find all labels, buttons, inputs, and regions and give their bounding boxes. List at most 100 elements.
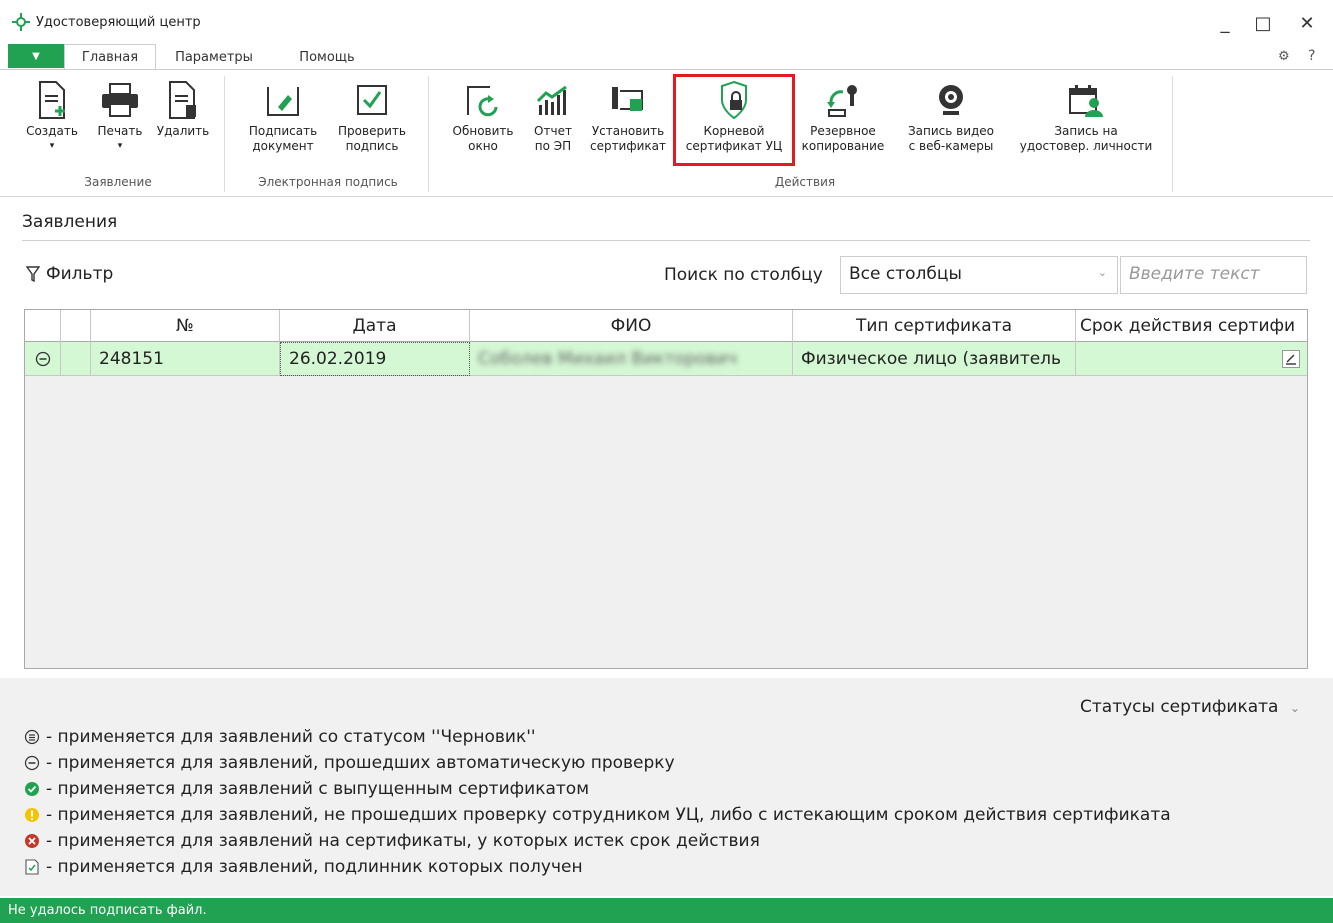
create-label: Создать [26, 124, 78, 138]
group-separator [1172, 76, 1173, 192]
column-header-cert-type[interactable]: Тип сертификата [793, 310, 1076, 342]
app-menu-button[interactable]: ▼ [8, 44, 64, 68]
printer-icon [102, 83, 138, 117]
page-title: Заявления [22, 212, 118, 232]
table-row[interactable]: 248151 26.02.2019 Соболев Михаил Викторо… [25, 342, 1307, 376]
maximize-button[interactable]: □ [1250, 10, 1276, 36]
search-column-label: Поиск по столбцу [664, 265, 823, 285]
verify-signature-button[interactable]: Проверить подпись [330, 76, 414, 154]
original-received-icon [25, 859, 39, 875]
delete-document-icon [169, 81, 196, 119]
legend-item-issued: - применяется для заявлений с выпущенным… [24, 779, 589, 799]
install-certificate-icon [612, 87, 643, 111]
webcam-label-line2: с веб-камеры [908, 139, 994, 153]
options-gear-icon[interactable]: ⚙ [1278, 49, 1290, 64]
id-record-label-line2: удостовер. личности [1019, 139, 1153, 153]
sign-label-line2: документ [252, 139, 314, 153]
filter-icon [26, 266, 40, 282]
webcam-record-button[interactable]: Запись видео с веб-камеры [898, 76, 1004, 154]
tab-parameters[interactable]: Параметры [164, 44, 264, 70]
refresh-label-line1: Обновить [452, 124, 514, 138]
install-certificate-button[interactable]: Установить сертификат [584, 76, 672, 154]
row-fio-cell: Соболев Михаил Викторович [470, 342, 793, 376]
column-select-value: Все столбцы [849, 264, 962, 284]
legend-text: - применяется для заявлений с выпущенным… [46, 779, 590, 799]
group-label-actions: Действия [774, 175, 836, 189]
checkbox-icon [357, 85, 387, 115]
divider [22, 240, 1310, 241]
row-validity-cell [1076, 342, 1307, 376]
delete-button[interactable]: Удалить [152, 76, 214, 139]
certificate-statuses-toggle[interactable]: Статусы сертификата ⌄ [1080, 697, 1300, 717]
column-header-status[interactable] [25, 310, 61, 342]
row-mark-cell [61, 342, 91, 376]
row-number-cell: 248151 [91, 342, 280, 376]
report-label-line2: по ЭП [534, 139, 572, 153]
row-date-cell[interactable]: 26.02.2019 [280, 342, 470, 376]
webcam-icon [939, 85, 963, 115]
legend-item-warning: - применяется для заявлений, не прошедши… [24, 805, 1171, 825]
new-document-icon [39, 81, 65, 119]
refresh-label-line2: окно [468, 139, 498, 153]
app-logo-icon [12, 13, 30, 31]
applications-table: № Дата ФИО Тип сертификата Срок действия… [24, 309, 1308, 669]
chart-icon [536, 85, 567, 115]
report-label-line1: Отчет [534, 124, 572, 138]
highlight-frame [673, 74, 795, 166]
tab-main[interactable]: Главная [64, 44, 156, 70]
sign-label-line1: Подписать [248, 124, 318, 138]
legend-item-expired: - применяется для заявлений на сертифика… [24, 831, 760, 851]
help-icon[interactable]: ? [1308, 48, 1315, 64]
create-button[interactable]: Создать ▾ [20, 76, 84, 154]
close-button[interactable]: ✕ [1294, 10, 1320, 36]
column-header-date[interactable]: Дата [280, 310, 470, 342]
filter-button[interactable]: Фильтр [26, 264, 113, 284]
group-separator [428, 76, 429, 192]
auto-check-passed-icon [35, 351, 50, 367]
install-label-line1: Установить [591, 124, 665, 138]
column-header-mark[interactable] [61, 310, 91, 342]
verify-label-line1: Проверить [338, 124, 406, 138]
sign-document-button[interactable]: Подписать документ [240, 76, 326, 154]
webcam-label-line1: Запись видео [907, 124, 995, 138]
row-cert-type-cell: Физическое лицо (заявитель [793, 342, 1076, 376]
minimize-button[interactable]: _ [1212, 10, 1238, 36]
backup-key-icon [827, 85, 857, 117]
refresh-window-icon [467, 86, 498, 117]
row-status-cell [25, 342, 61, 376]
id-record-label-line1: Запись на [1054, 124, 1118, 138]
column-select[interactable]: Все столбцы ⌄ [840, 256, 1118, 294]
column-header-validity[interactable]: Срок действия сертифи [1076, 310, 1307, 342]
id-record-button[interactable]: Запись на удостовер. личности [1010, 76, 1162, 154]
chevron-down-icon: ⌄ [1097, 266, 1107, 279]
create-dropdown-arrow: ▾ [49, 141, 55, 151]
backup-button[interactable]: Резервное копирование [796, 76, 890, 154]
warning-status-icon [25, 808, 39, 822]
column-header-fio[interactable]: ФИО [470, 310, 793, 342]
search-input[interactable]: Введите текст [1120, 256, 1307, 294]
refresh-window-button[interactable]: Обновить окно [444, 76, 522, 154]
table-header: № Дата ФИО Тип сертификата Срок действия… [25, 310, 1307, 342]
legend-text: - применяется для заявлений, подлинник к… [46, 857, 583, 877]
group-label-application: Заявление [84, 175, 152, 189]
column-header-number[interactable]: № [91, 310, 280, 342]
backup-label-line2: копирование [801, 139, 885, 153]
print-dropdown-arrow: ▾ [117, 141, 123, 151]
report-button[interactable]: Отчет по ЭП [526, 76, 580, 154]
edit-cell-icon[interactable] [1282, 350, 1300, 368]
print-button[interactable]: Печать ▾ [90, 76, 150, 154]
chevron-down-icon: ⌄ [1289, 701, 1300, 715]
filter-label: Фильтр [46, 264, 114, 284]
ribbon-tab-bar: ▼ Главная Параметры Помощь ⚙ ? [0, 44, 1333, 70]
status-message: Не удалось подписать файл. [8, 903, 207, 918]
window-title: Удостоверяющий центр [36, 15, 201, 30]
tab-help[interactable]: Помощь [282, 44, 372, 70]
status-bar: Не удалось подписать файл. [0, 898, 1333, 923]
legend-text: - применяется для заявлений со статусом … [46, 727, 536, 747]
ribbon-panel: Создать ▾ Печать ▾ Удалить Заявление Под… [0, 69, 1333, 197]
row-fio-text: Соболев Михаил Викторович [478, 349, 738, 369]
group-separator [224, 76, 225, 192]
expired-status-icon [25, 834, 39, 848]
legend-item-auto-check: - применяется для заявлений, прошедших а… [24, 753, 675, 773]
calendar-person-icon [1069, 85, 1103, 117]
